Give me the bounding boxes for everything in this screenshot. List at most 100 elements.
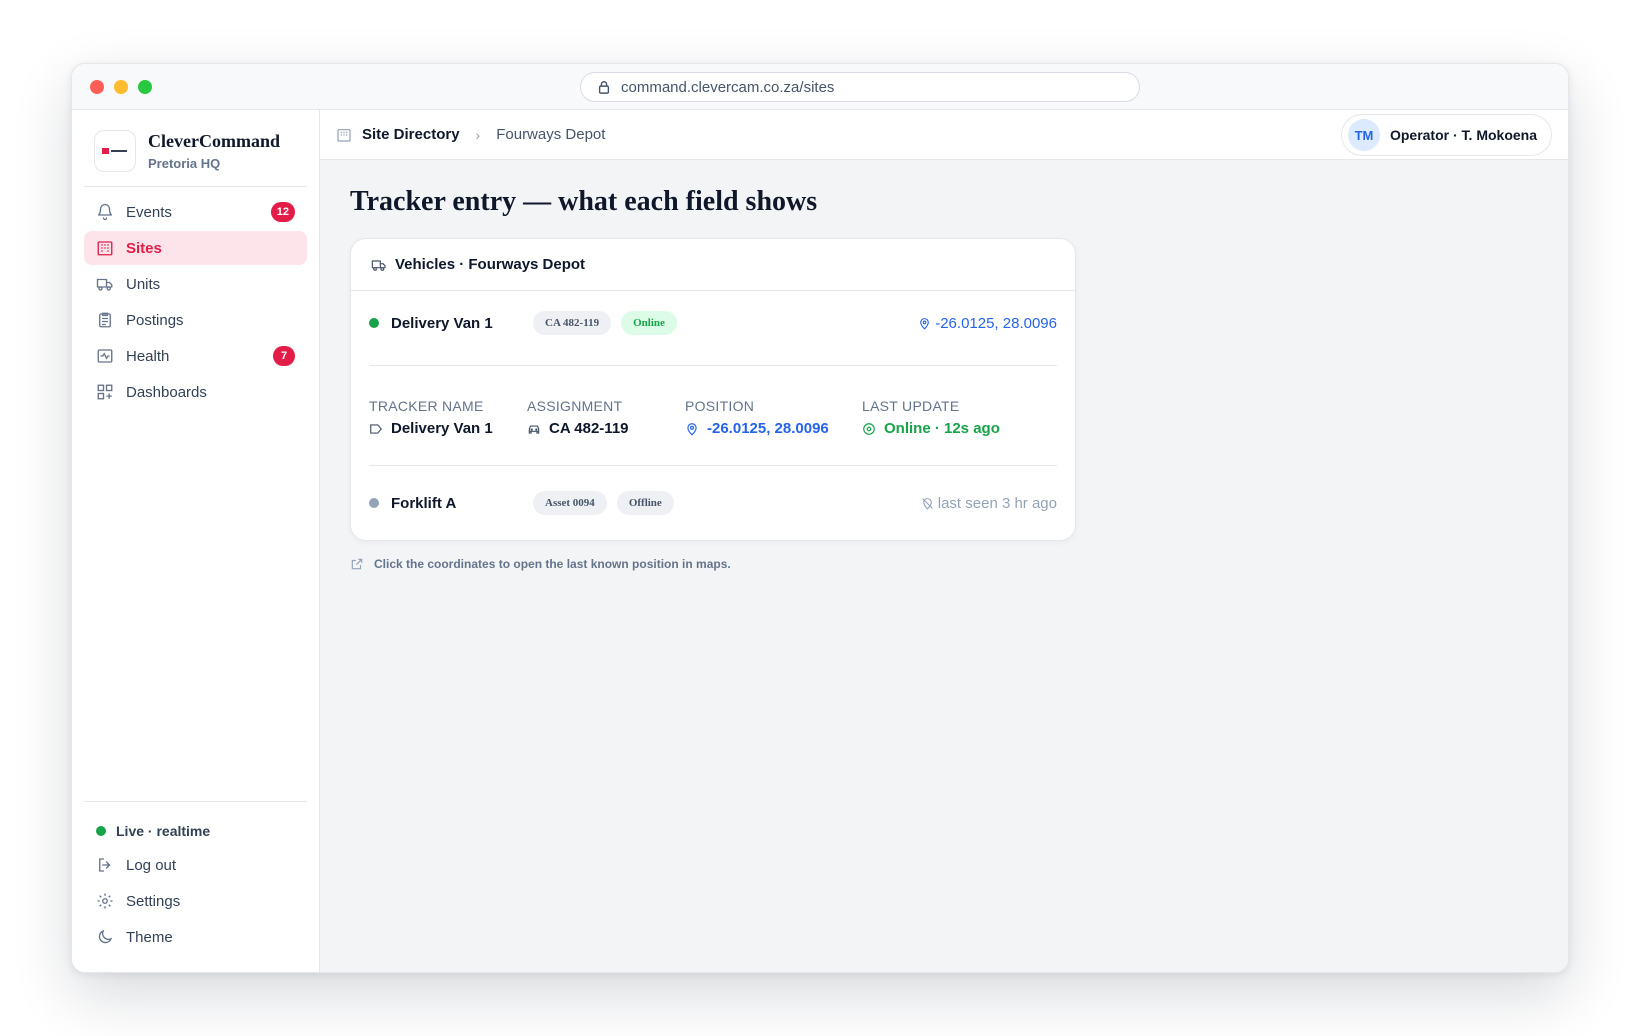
sidebar-item-dashboards[interactable]: Dashboards	[84, 375, 307, 409]
theme-toggle[interactable]: Theme	[84, 920, 307, 954]
field-value: CA 482-119	[527, 420, 685, 437]
live-status: Live · realtime	[84, 814, 307, 848]
last-seen-text: last seen 3 hr ago	[937, 494, 1057, 512]
asset-chip: Asset 0094	[533, 491, 607, 515]
tracker-name: Forklift A	[391, 494, 457, 512]
field-value: Delivery Van 1	[369, 420, 527, 437]
breadcrumb: Site Directory › Fourways Depot	[336, 126, 605, 143]
van-icon	[371, 259, 386, 271]
grid-icon	[96, 383, 114, 401]
sidebar-item-units[interactable]: Units	[84, 267, 307, 301]
sidebar-item-label: Postings	[126, 311, 184, 329]
plate-chip: CA 482-119	[533, 311, 612, 335]
sidebar: CleverCommand Pretoria HQ Events 12 Site…	[72, 110, 320, 972]
close-window-button[interactable]	[90, 80, 104, 94]
coordinates-link[interactable]: -26.0125, 28.0096	[918, 315, 1057, 332]
page-title: Tracker entry — what each field shows	[350, 186, 818, 217]
location-off-icon	[921, 497, 933, 510]
window-controls	[90, 80, 152, 94]
logout-icon	[96, 856, 114, 874]
tracker-card: Vehicles · Fourways Depot Delivery Van 1…	[350, 238, 1076, 541]
field-label: LAST UPDATE	[862, 398, 960, 414]
sidebar-item-events[interactable]: Events 12	[84, 195, 307, 229]
breadcrumb-current: Fourways Depot	[496, 126, 606, 143]
sidebar-footer: Live · realtime Log out Settings Theme	[84, 801, 307, 956]
tracker-name-value: Delivery Van 1	[391, 420, 493, 437]
hint-label: Click the coordinates to open the last k…	[374, 557, 731, 571]
external-link-icon	[351, 558, 363, 570]
settings-label: Settings	[126, 892, 181, 910]
sidebar-item-label: Events	[126, 203, 172, 221]
sidebar-item-postings[interactable]: Postings	[84, 303, 307, 337]
sidebar-item-health[interactable]: Health 7	[84, 339, 307, 373]
tracker-details: TRACKER NAME Delivery Van 1 ASSIGNMENT C…	[351, 366, 1075, 465]
sidebar-item-label: Dashboards	[126, 383, 207, 401]
field-last-update: LAST UPDATE Online · 12s ago	[862, 398, 1042, 437]
activity-icon	[96, 347, 114, 365]
sidebar-item-label: Sites	[126, 239, 162, 257]
hint-text: Click the coordinates to open the last k…	[350, 557, 1538, 571]
browser-titlebar: command.clevercam.co.za/sites	[72, 64, 1568, 110]
lock-icon	[598, 81, 610, 94]
avatar: TM	[1347, 119, 1380, 151]
truck-icon	[96, 275, 114, 293]
clipboard-icon	[96, 311, 114, 329]
tracker-row-forklift[interactable]: Forklift A Asset 0094 Offline last seen …	[351, 466, 1075, 540]
maximize-window-button[interactable]	[138, 80, 152, 94]
field-position: POSITION -26.0125, 28.0096	[685, 398, 862, 437]
address-bar[interactable]: command.clevercam.co.za/sites	[580, 72, 1140, 102]
online-status-dot	[369, 318, 379, 328]
main-area: Site Directory › Fourways Depot TM Opera…	[320, 110, 1568, 972]
url-text: command.clevercam.co.za/sites	[621, 78, 835, 96]
top-bar: Site Directory › Fourways Depot TM Opera…	[320, 110, 1568, 160]
health-count-badge: 7	[273, 346, 295, 366]
field-assignment: ASSIGNMENT CA 482-119	[527, 398, 685, 437]
logout-button[interactable]: Log out	[84, 848, 307, 882]
sidebar-item-label: Units	[126, 275, 161, 293]
sidebar-nav: Events 12 Sites Units Postings Health 7 …	[72, 187, 319, 419]
operator-menu[interactable]: TM Operator · T. Mokoena	[1340, 114, 1552, 156]
tracker-row-delivery-van[interactable]: Delivery Van 1 CA 482-119 Online -26.012…	[351, 291, 1075, 355]
tag-icon	[370, 423, 383, 434]
tracker-name: Delivery Van 1	[391, 314, 493, 332]
live-dot-icon	[96, 826, 106, 836]
field-tracker-name: TRACKER NAME Delivery Van 1	[369, 398, 527, 437]
field-value: Online · 12s ago	[862, 420, 1042, 437]
card-header: Vehicles · Fourways Depot	[351, 239, 1075, 291]
position-value: -26.0125, 28.0096	[707, 420, 829, 437]
brand-logo	[94, 130, 136, 172]
live-status-label: Live · realtime	[116, 823, 211, 839]
status-badge: Offline	[616, 491, 674, 515]
offline-status-dot	[369, 498, 379, 508]
card-title: Vehicles · Fourways Depot	[395, 256, 586, 273]
coordinates-text: -26.0125, 28.0096	[935, 314, 1057, 332]
settings-button[interactable]: Settings	[84, 884, 307, 918]
car-icon	[528, 425, 540, 434]
position-link[interactable]: -26.0125, 28.0096	[685, 420, 862, 437]
brand-name: CleverCommand	[148, 131, 280, 151]
breadcrumb-root[interactable]: Site Directory	[362, 126, 460, 143]
sidebar-item-sites[interactable]: Sites	[84, 231, 307, 265]
brand-subtitle: Pretoria HQ	[148, 156, 221, 171]
operator-label: Operator · T. Mokoena	[1389, 127, 1537, 143]
status-badge: Online	[621, 311, 677, 335]
building-icon	[96, 239, 114, 257]
map-pin-icon	[687, 422, 697, 436]
gear-icon	[96, 892, 114, 910]
chevron-right-icon: ›	[475, 126, 481, 143]
field-label: POSITION	[685, 398, 755, 414]
building-icon	[337, 128, 351, 142]
assignment-value: CA 482-119	[549, 420, 629, 437]
signal-icon	[863, 422, 875, 435]
field-label: TRACKER NAME	[369, 398, 484, 414]
sidebar-item-label: Health	[126, 347, 170, 365]
brand-header: CleverCommand Pretoria HQ	[84, 110, 307, 187]
moon-icon	[96, 928, 114, 946]
map-pin-icon	[920, 317, 930, 330]
bell-icon	[96, 203, 114, 221]
browser-window: command.clevercam.co.za/sites CleverComm…	[71, 63, 1569, 973]
minimize-window-button[interactable]	[114, 80, 128, 94]
events-count-badge: 12	[270, 202, 295, 222]
field-label: ASSIGNMENT	[527, 398, 623, 414]
logout-label: Log out	[126, 856, 177, 874]
